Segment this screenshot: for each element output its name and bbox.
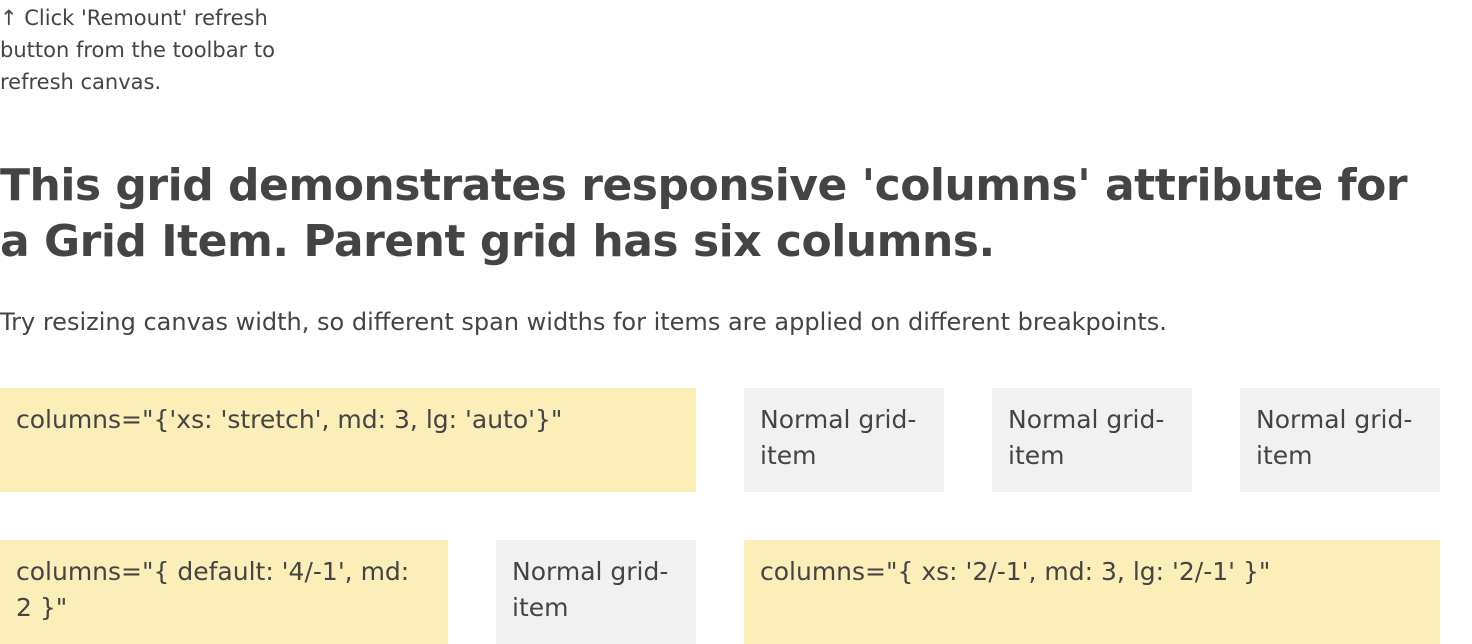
grid-item-normal: Normal grid-item xyxy=(1240,388,1440,492)
page-description: Try resizing canvas width, so different … xyxy=(0,308,1167,336)
grid-item-normal: Normal grid-item xyxy=(992,388,1192,492)
page-heading: This grid demonstrates responsive 'colum… xyxy=(0,160,1408,267)
remount-hint: ↑ Click 'Remount' refresh button from th… xyxy=(0,6,275,94)
grid-item-responsive-columns: columns="{'xs: 'stretch', md: 3, lg: 'au… xyxy=(0,388,696,492)
grid-item-xs-columns: columns="{ xs: '2/-1', md: 3, lg: '2/-1'… xyxy=(744,540,1440,644)
grid-item-normal: Normal grid-item xyxy=(744,388,944,492)
grid-item-normal: Normal grid-item xyxy=(496,540,696,644)
grid-item-default-columns: columns="{ default: '4/-1', md: 2 }" xyxy=(0,540,448,644)
